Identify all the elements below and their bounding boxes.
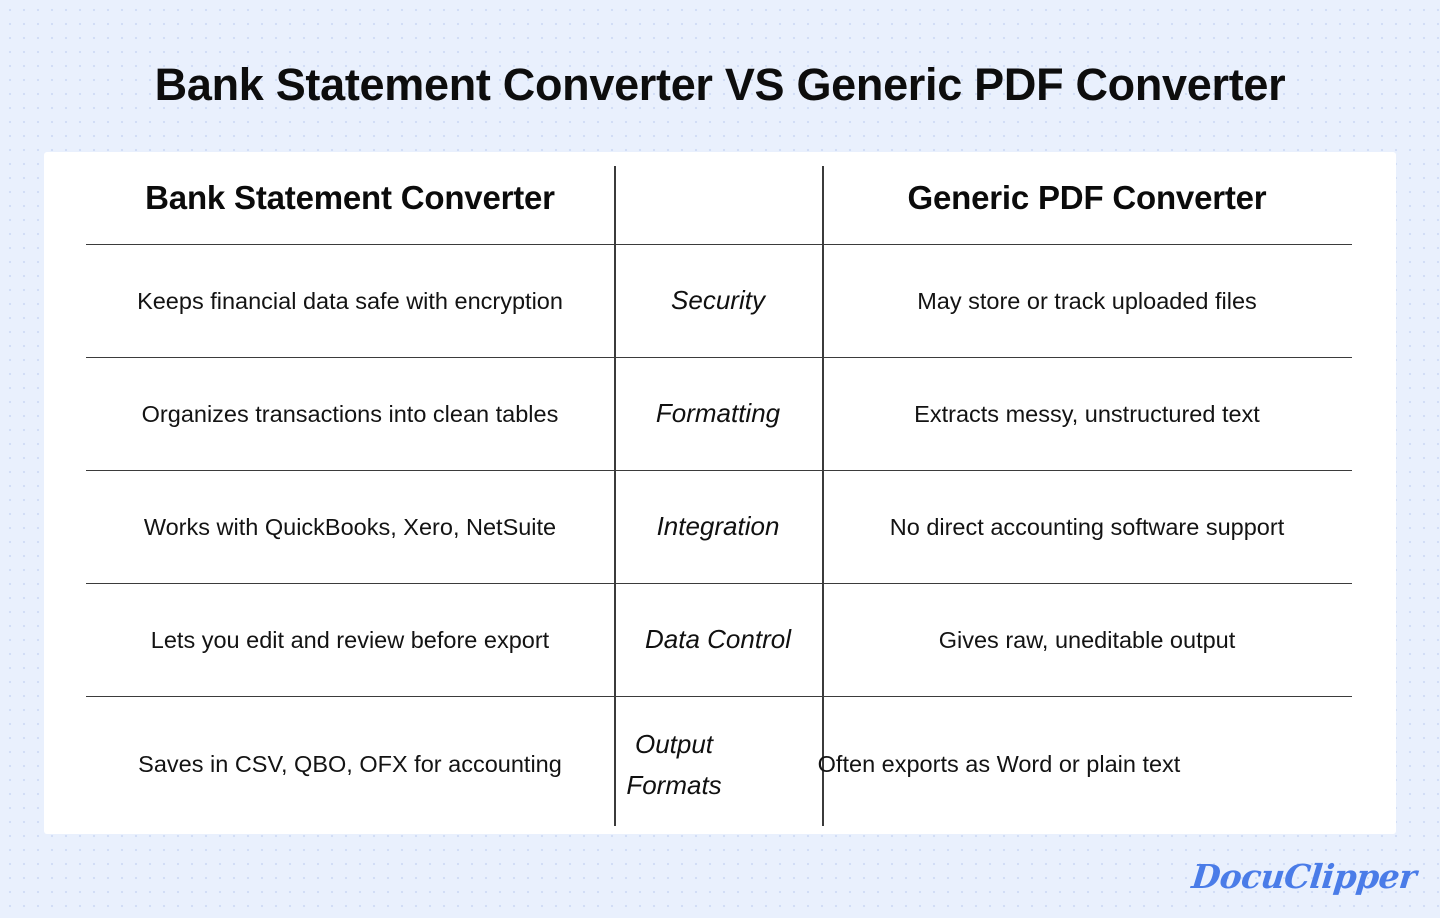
cell-criteria-label: Formatting bbox=[655, 398, 781, 429]
cell-bank-statement-converter: Works with QuickBooks, Xero, NetSuite bbox=[143, 513, 557, 540]
cell-criteria-label: Security bbox=[671, 285, 765, 316]
cell-generic-pdf-converter: Gives raw, uneditable output bbox=[938, 626, 1236, 653]
table-header-row: Bank Statement Converter Generic PDF Con… bbox=[86, 152, 1352, 245]
table-row: Lets you edit and review before export D… bbox=[86, 584, 1352, 697]
cell-bank-statement-converter: Lets you edit and review before export bbox=[150, 626, 550, 653]
cell-bank-statement-converter: Organizes transactions into clean tables bbox=[141, 400, 559, 427]
table-row: Works with QuickBooks, Xero, NetSuite In… bbox=[86, 471, 1352, 584]
cell-bank-statement-converter: Keeps financial data safe with encryptio… bbox=[137, 287, 563, 314]
cell-generic-pdf-converter: Extracts messy, unstructured text bbox=[914, 400, 1260, 427]
cell-criteria-label: Output Formats bbox=[626, 729, 722, 800]
header-generic-pdf-converter: Generic PDF Converter bbox=[907, 179, 1267, 216]
comparison-table: Bank Statement Converter Generic PDF Con… bbox=[86, 152, 1352, 832]
table-row: Keeps financial data safe with encryptio… bbox=[86, 245, 1352, 358]
cell-criteria-label: Integration bbox=[656, 511, 780, 542]
page-title: Bank Statement Converter VS Generic PDF … bbox=[154, 59, 1286, 110]
logo-text: DocuClipper bbox=[1189, 857, 1419, 896]
cell-generic-pdf-converter: Often exports as Word or plain text bbox=[817, 751, 1181, 778]
comparison-card: Bank Statement Converter Generic PDF Con… bbox=[44, 152, 1396, 834]
cell-generic-pdf-converter: May store or track uploaded files bbox=[917, 287, 1257, 314]
cell-criteria-label: Data Control bbox=[645, 624, 791, 655]
header-criteria bbox=[614, 152, 822, 244]
table-row: Organizes transactions into clean tables… bbox=[86, 358, 1352, 471]
table-row: Saves in CSV, QBO, OFX for accounting Ou… bbox=[86, 697, 1352, 832]
docuclipper-logo: DocuClipper bbox=[1190, 857, 1418, 896]
cell-generic-pdf-converter: No direct accounting software support bbox=[889, 513, 1285, 540]
header-bank-statement-converter: Bank Statement Converter bbox=[145, 179, 555, 216]
cell-bank-statement-converter: Saves in CSV, QBO, OFX for accounting bbox=[138, 751, 562, 778]
